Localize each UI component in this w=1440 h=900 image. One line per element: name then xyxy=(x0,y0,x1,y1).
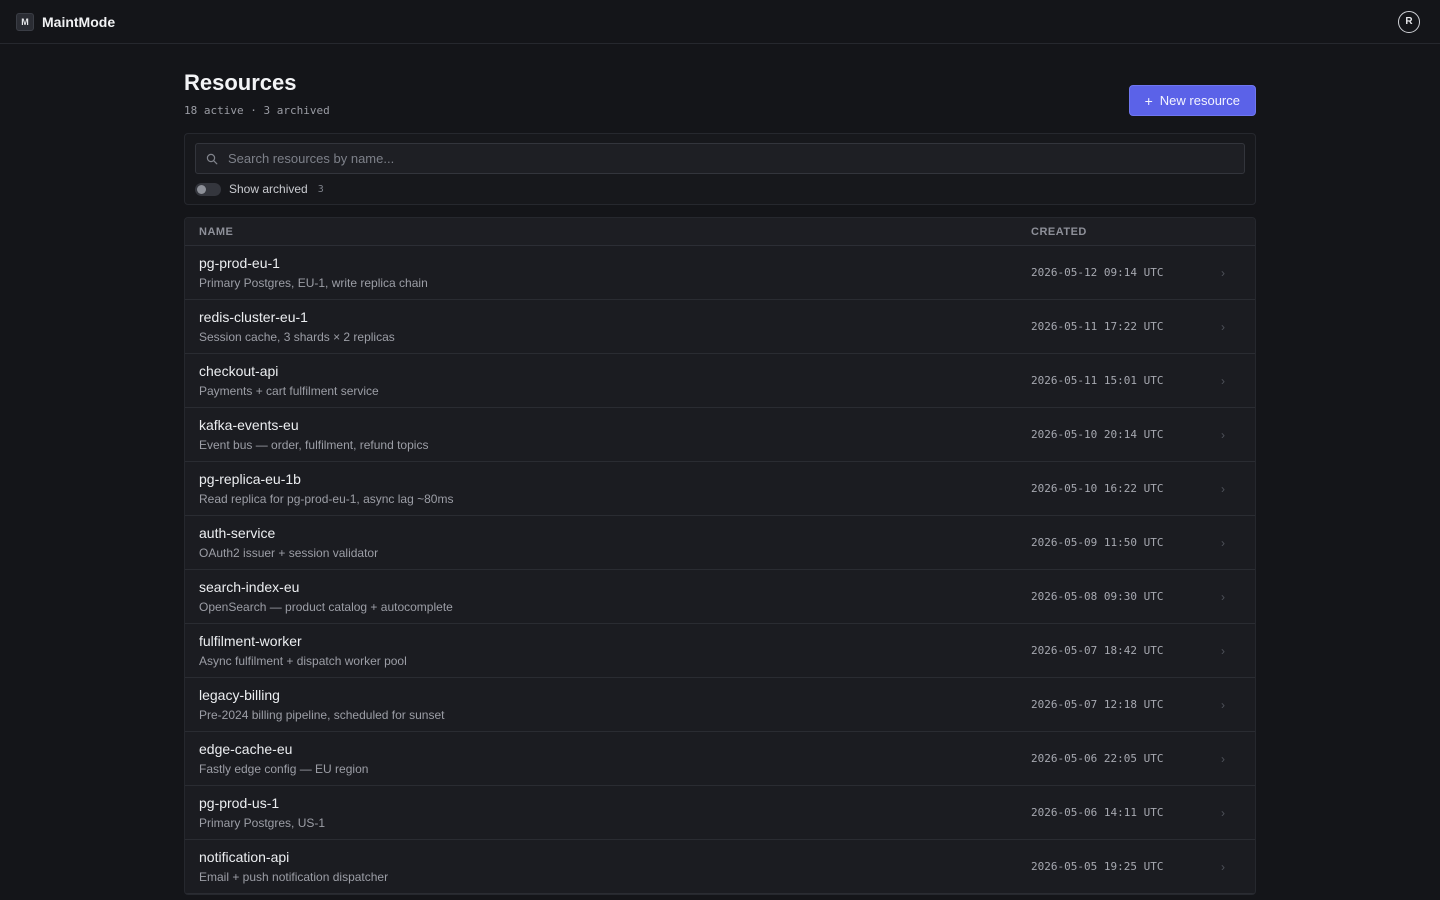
resource-cell: search-index-eu OpenSearch — product cat… xyxy=(185,579,1031,614)
table-row[interactable]: search-index-eu OpenSearch — product cat… xyxy=(185,570,1255,624)
resource-cell: auth-service OAuth2 issuer + session val… xyxy=(185,525,1031,560)
new-resource-button[interactable]: + New resource xyxy=(1128,85,1256,116)
table-header: NAME CREATED xyxy=(185,218,1255,246)
chevron-right-icon: › xyxy=(1221,373,1225,388)
resource-name: redis-cluster-eu-1 xyxy=(199,309,308,325)
resource-created: 2026-05-12 09:14 UTC xyxy=(1031,266,1164,279)
plus-icon: + xyxy=(1144,92,1153,109)
resource-cell: edge-cache-eu Fastly edge config — EU re… xyxy=(185,741,1031,776)
resource-created: 2026-05-11 15:01 UTC xyxy=(1031,374,1164,387)
resource-created: 2026-05-11 17:22 UTC xyxy=(1031,320,1164,333)
resource-cell: fulfilment-worker Async fulfilment + dis… xyxy=(185,633,1031,668)
new-resource-label: New resource xyxy=(1159,93,1240,108)
brand[interactable]: M MaintMode xyxy=(16,12,116,31)
resource-description: OAuth2 issuer + session validator xyxy=(199,546,379,560)
resource-created: 2026-05-10 16:22 UTC xyxy=(1031,482,1164,495)
search-icon xyxy=(206,153,218,164)
resource-created: 2026-05-07 18:42 UTC xyxy=(1031,644,1164,657)
top-bar: M MaintMode R xyxy=(0,0,1440,44)
resource-description: Read replica for pg-prod-eu-1, async lag… xyxy=(199,492,454,506)
table-row[interactable]: notification-api Email + push notificati… xyxy=(185,840,1255,894)
resource-cell: checkout-api Payments + cart fulfilment … xyxy=(185,363,1031,398)
resource-cell: notification-api Email + push notificati… xyxy=(185,849,1031,884)
chevron-right-icon: › xyxy=(1221,751,1225,766)
resource-description: Event bus — order, fulfilment, refund to… xyxy=(199,438,429,452)
resource-description: Email + push notification dispatcher xyxy=(199,870,389,884)
resource-name: auth-service xyxy=(199,525,276,541)
resource-name: pg-prod-us-1 xyxy=(199,795,280,811)
resource-cell: pg-prod-us-1 Primary Postgres, US-1 xyxy=(185,795,1031,830)
resource-cell: legacy-billing Pre-2024 billing pipeline… xyxy=(185,687,1031,722)
resource-created: 2026-05-09 11:50 UTC xyxy=(1031,536,1164,549)
resource-cell: pg-prod-eu-1 Primary Postgres, EU-1, wri… xyxy=(185,255,1031,290)
resource-description: Payments + cart fulfilment service xyxy=(199,384,379,398)
chevron-right-icon: › xyxy=(1221,319,1225,334)
resource-name: fulfilment-worker xyxy=(199,633,302,649)
table-row[interactable]: edge-cache-eu Fastly edge config — EU re… xyxy=(185,732,1255,786)
table-body: pg-prod-eu-1 Primary Postgres, EU-1, wri… xyxy=(185,246,1255,894)
archived-count: 3 xyxy=(317,183,324,195)
app-logo-icon: M xyxy=(16,12,34,31)
filter-card: Show archived 3 xyxy=(184,133,1256,205)
user-avatar[interactable]: R xyxy=(1398,10,1420,33)
resource-name: kafka-events-eu xyxy=(199,417,299,433)
resource-name: checkout-api xyxy=(199,363,279,379)
table-row[interactable]: fulfilment-worker Async fulfilment + dis… xyxy=(185,624,1255,678)
search-box xyxy=(195,143,1245,174)
table-row[interactable]: auth-service OAuth2 issuer + session val… xyxy=(185,516,1255,570)
search-input[interactable] xyxy=(228,151,1234,166)
chevron-right-icon: › xyxy=(1221,859,1225,874)
resource-created: 2026-05-06 14:11 UTC xyxy=(1031,806,1164,819)
show-archived-toggle[interactable] xyxy=(195,182,221,196)
resource-description: Fastly edge config — EU region xyxy=(199,762,369,776)
resource-cell: kafka-events-eu Event bus — order, fulfi… xyxy=(185,417,1031,452)
show-archived-label: Show archived xyxy=(229,182,308,196)
table-row[interactable]: pg-prod-us-1 Primary Postgres, US-1 2026… xyxy=(185,786,1255,840)
table-row[interactable]: checkout-api Payments + cart fulfilment … xyxy=(185,354,1255,408)
table-row[interactable]: kafka-events-eu Event bus — order, fulfi… xyxy=(185,408,1255,462)
chevron-right-icon: › xyxy=(1221,643,1225,658)
resource-description: Async fulfilment + dispatch worker pool xyxy=(199,654,407,668)
resource-created: 2026-05-10 20:14 UTC xyxy=(1031,428,1164,441)
main-content: Resources 18 active · 3 archived + New r… xyxy=(184,44,1256,895)
chevron-right-icon: › xyxy=(1221,805,1225,820)
show-archived-row: Show archived 3 xyxy=(195,182,1245,196)
chevron-right-icon: › xyxy=(1221,535,1225,550)
resource-description: Pre-2024 billing pipeline, scheduled for… xyxy=(199,708,445,722)
resource-name: search-index-eu xyxy=(199,579,300,595)
chevron-right-icon: › xyxy=(1221,697,1225,712)
chevron-right-icon: › xyxy=(1221,589,1225,604)
column-header-name[interactable]: NAME xyxy=(185,226,1031,238)
table-row[interactable]: pg-prod-eu-1 Primary Postgres, EU-1, wri… xyxy=(185,246,1255,300)
page-subtitle: 18 active · 3 archived xyxy=(184,104,330,117)
resource-created: 2026-05-08 09:30 UTC xyxy=(1031,590,1164,603)
app-name: MaintMode xyxy=(42,13,116,30)
page-title: Resources xyxy=(184,70,297,95)
table-row[interactable]: legacy-billing Pre-2024 billing pipeline… xyxy=(185,678,1255,732)
resource-created: 2026-05-05 19:25 UTC xyxy=(1031,860,1164,873)
resource-description: OpenSearch — product catalog + autocompl… xyxy=(199,600,453,614)
resource-description: Primary Postgres, US-1 xyxy=(199,816,326,830)
resource-created: 2026-05-06 22:05 UTC xyxy=(1031,752,1164,765)
chevron-right-icon: › xyxy=(1221,481,1225,496)
resource-description: Session cache, 3 shards × 2 replicas xyxy=(199,330,395,344)
resource-name: notification-api xyxy=(199,849,290,865)
column-header-created[interactable]: CREATED xyxy=(1031,226,1255,238)
resource-description: Primary Postgres, EU-1, write replica ch… xyxy=(199,276,428,290)
resource-cell: redis-cluster-eu-1 Session cache, 3 shar… xyxy=(185,309,1031,344)
resource-name: legacy-billing xyxy=(199,687,280,703)
table-row[interactable]: pg-replica-eu-1b Read replica for pg-pro… xyxy=(185,462,1255,516)
resource-name: pg-replica-eu-1b xyxy=(199,471,301,487)
resource-created: 2026-05-07 12:18 UTC xyxy=(1031,698,1164,711)
chevron-right-icon: › xyxy=(1221,265,1225,280)
resource-name: pg-prod-eu-1 xyxy=(199,255,280,271)
resources-table: NAME CREATED pg-prod-eu-1 Primary Postgr… xyxy=(184,217,1256,895)
resource-cell: pg-replica-eu-1b Read replica for pg-pro… xyxy=(185,471,1031,506)
resource-name: edge-cache-eu xyxy=(199,741,293,757)
chevron-right-icon: › xyxy=(1221,427,1225,442)
table-row[interactable]: redis-cluster-eu-1 Session cache, 3 shar… xyxy=(185,300,1255,354)
page-header: Resources 18 active · 3 archived + New r… xyxy=(184,70,1256,117)
